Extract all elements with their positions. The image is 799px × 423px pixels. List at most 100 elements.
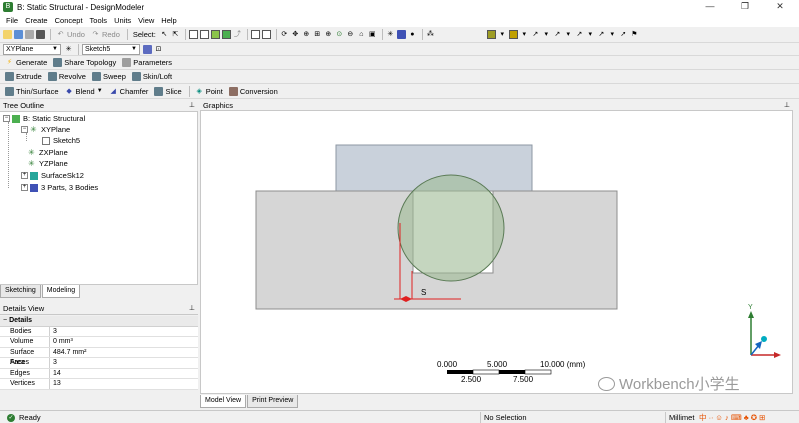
point-button[interactable]: ◈ Point [193, 85, 225, 97]
generate-button[interactable]: ⚡ Generate [3, 57, 49, 69]
menu-help[interactable]: Help [161, 16, 176, 25]
zoom-box-icon[interactable]: ⊞ [313, 30, 322, 39]
pan-icon[interactable]: ✥ [291, 30, 300, 39]
sketch-select[interactable]: Sketch5 ▼ [82, 43, 140, 55]
graphics-viewport[interactable]: S 0.000 5.000 10.000 (mm) 2.500 7.500 Y [200, 110, 793, 394]
export-icon[interactable] [25, 30, 34, 39]
tree-node-xyplane[interactable]: − ✳ XYPlane [21, 124, 70, 135]
point-display-icon[interactable]: ● [408, 30, 417, 39]
undo-button[interactable]: ↶ Undo [54, 29, 87, 41]
tree-node-surfacesk12[interactable]: + SurfaceSk12 [21, 170, 84, 181]
face-color-icon[interactable] [508, 30, 518, 39]
body-color-icon[interactable] [486, 30, 496, 39]
axis-2-icon[interactable]: ↗ [553, 30, 562, 39]
box-select-icon[interactable] [261, 30, 271, 39]
tab-modeling[interactable]: Modeling [41, 285, 81, 298]
dropdown-6-icon[interactable]: ▾ [608, 30, 617, 39]
axis-1-icon[interactable]: ↗ [531, 30, 540, 39]
scale-bar: 0.000 5.000 10.000 (mm) 2.500 7.500 [437, 360, 586, 384]
select-filter-icon[interactable]: ⇱ [171, 30, 180, 39]
dimension-label[interactable]: S [421, 288, 426, 297]
axis-4-icon[interactable]: ↗ [597, 30, 606, 39]
collapse-icon[interactable]: − [21, 126, 28, 133]
conversion-button[interactable]: Conversion [227, 85, 280, 97]
new-sketch-icon[interactable] [143, 44, 152, 54]
model-canvas[interactable]: S 0.000 5.000 10.000 (mm) 2.500 7.500 Y [201, 111, 792, 393]
new-icon[interactable] [3, 30, 12, 39]
save-icon[interactable] [14, 30, 23, 39]
share-topology-button[interactable]: Share Topology [51, 57, 118, 69]
menu-concept[interactable]: Concept [55, 16, 83, 25]
chevron-down-icon: ▼ [131, 46, 137, 52]
axis-3-icon[interactable]: ↗ [575, 30, 584, 39]
menu-units[interactable]: Units [114, 16, 131, 25]
zoom-in-icon[interactable]: ⊕ [324, 30, 333, 39]
pin-icon[interactable]: ⊥ [189, 303, 195, 315]
select-faces-icon[interactable] [210, 30, 220, 39]
dropdown-4-icon[interactable]: ▾ [564, 30, 573, 39]
minimize-button[interactable]: — [695, 0, 725, 14]
rotate-icon[interactable]: ⟳ [280, 30, 289, 39]
flag-icon[interactable]: ⚑ [630, 30, 639, 39]
ime-toolbar[interactable]: 中 ·∙ ☺ ♪ ⌨ ♣ ✪ ⊞ [696, 412, 765, 423]
tab-print-preview[interactable]: Print Preview [247, 395, 299, 408]
select-bodies-icon[interactable] [221, 30, 231, 39]
dropdown-5-icon[interactable]: ▾ [586, 30, 595, 39]
parameters-button[interactable]: Parameters [120, 57, 174, 69]
skin-loft-button[interactable]: Skin/Loft [130, 71, 174, 83]
dropdown-1-icon[interactable]: ▾ [498, 30, 507, 39]
extend-icon[interactable]: ⤴ [233, 30, 242, 39]
new-plane-icon[interactable]: ✳ [64, 45, 73, 54]
menu-file[interactable]: File [6, 16, 18, 25]
iso-icon[interactable]: ⌂ [357, 30, 366, 39]
revolve-button[interactable]: Revolve [46, 71, 88, 83]
tree-node-root[interactable]: − B: Static Structural [3, 113, 85, 124]
tree-node-yzplane[interactable]: ✳ YZPlane [28, 158, 68, 169]
expand-icon[interactable]: + [21, 172, 28, 179]
axis-triad[interactable]: Y [748, 304, 781, 358]
tree-node-zxplane[interactable]: ✳ ZXPlane [28, 147, 68, 158]
status-units[interactable]: Millimet [665, 412, 695, 423]
menu-create[interactable]: Create [25, 16, 48, 25]
sweep-icon [91, 72, 101, 81]
close-button[interactable]: ✕ [765, 0, 795, 14]
tree-node-sketch5[interactable]: Sketch5 [42, 135, 80, 146]
select-all-icon[interactable] [250, 30, 260, 39]
pin-icon[interactable]: ⊥ [189, 100, 195, 112]
tab-sketching[interactable]: Sketching [0, 285, 41, 298]
select-edges-icon[interactable] [199, 30, 209, 39]
collapse-icon[interactable]: − [3, 115, 10, 122]
watermark: Workbench小学生 [598, 373, 740, 394]
screenshot-icon[interactable] [36, 30, 45, 39]
expand-icon[interactable]: + [21, 184, 28, 191]
dropdown-2-icon[interactable]: ▾ [520, 30, 529, 39]
zoom-icon[interactable]: ⊕ [302, 30, 311, 39]
blend-button[interactable]: ◆ Blend ▼ [63, 85, 105, 97]
tree-node-parts[interactable]: +3 Parts, 3 Bodies [21, 182, 98, 193]
thin-surface-button[interactable]: Thin/Surface [3, 85, 61, 97]
extrude-button[interactable]: Extrude [3, 71, 44, 83]
menu-view[interactable]: View [138, 16, 154, 25]
view-icon[interactable]: ▣ [368, 30, 377, 39]
details-group[interactable]: − Details [0, 316, 198, 327]
redo-button[interactable]: ↷ Redo [89, 29, 122, 41]
display-icon[interactable] [396, 30, 406, 39]
sketch-icon [42, 136, 50, 145]
menu-tools[interactable]: Tools [90, 16, 108, 25]
pin-axis-icon[interactable]: ➚ [619, 30, 628, 39]
sweep-button[interactable]: Sweep [90, 71, 128, 83]
zoom-fit-icon[interactable]: ⊙ [335, 30, 344, 39]
chamfer-button[interactable]: ◢ Chamfer [107, 85, 151, 97]
look-at-icon[interactable]: ⊡ [154, 45, 163, 54]
tab-model-view[interactable]: Model View [200, 395, 247, 408]
select-points-icon[interactable] [188, 30, 198, 39]
dropdown-3-icon[interactable]: ▾ [542, 30, 551, 39]
plane-select[interactable]: XYPlane ▼ [3, 43, 61, 55]
circle-body[interactable] [397, 174, 505, 282]
slice-button[interactable]: Slice [152, 85, 183, 97]
maximize-button[interactable]: ❐ [730, 0, 760, 14]
select-mode-icon[interactable]: ↖ [160, 30, 169, 39]
triad-icon[interactable]: ✳ [386, 30, 395, 39]
zoom-out-icon[interactable]: ⊖ [346, 30, 355, 39]
edge-display-icon[interactable]: ⁂ [426, 30, 435, 39]
